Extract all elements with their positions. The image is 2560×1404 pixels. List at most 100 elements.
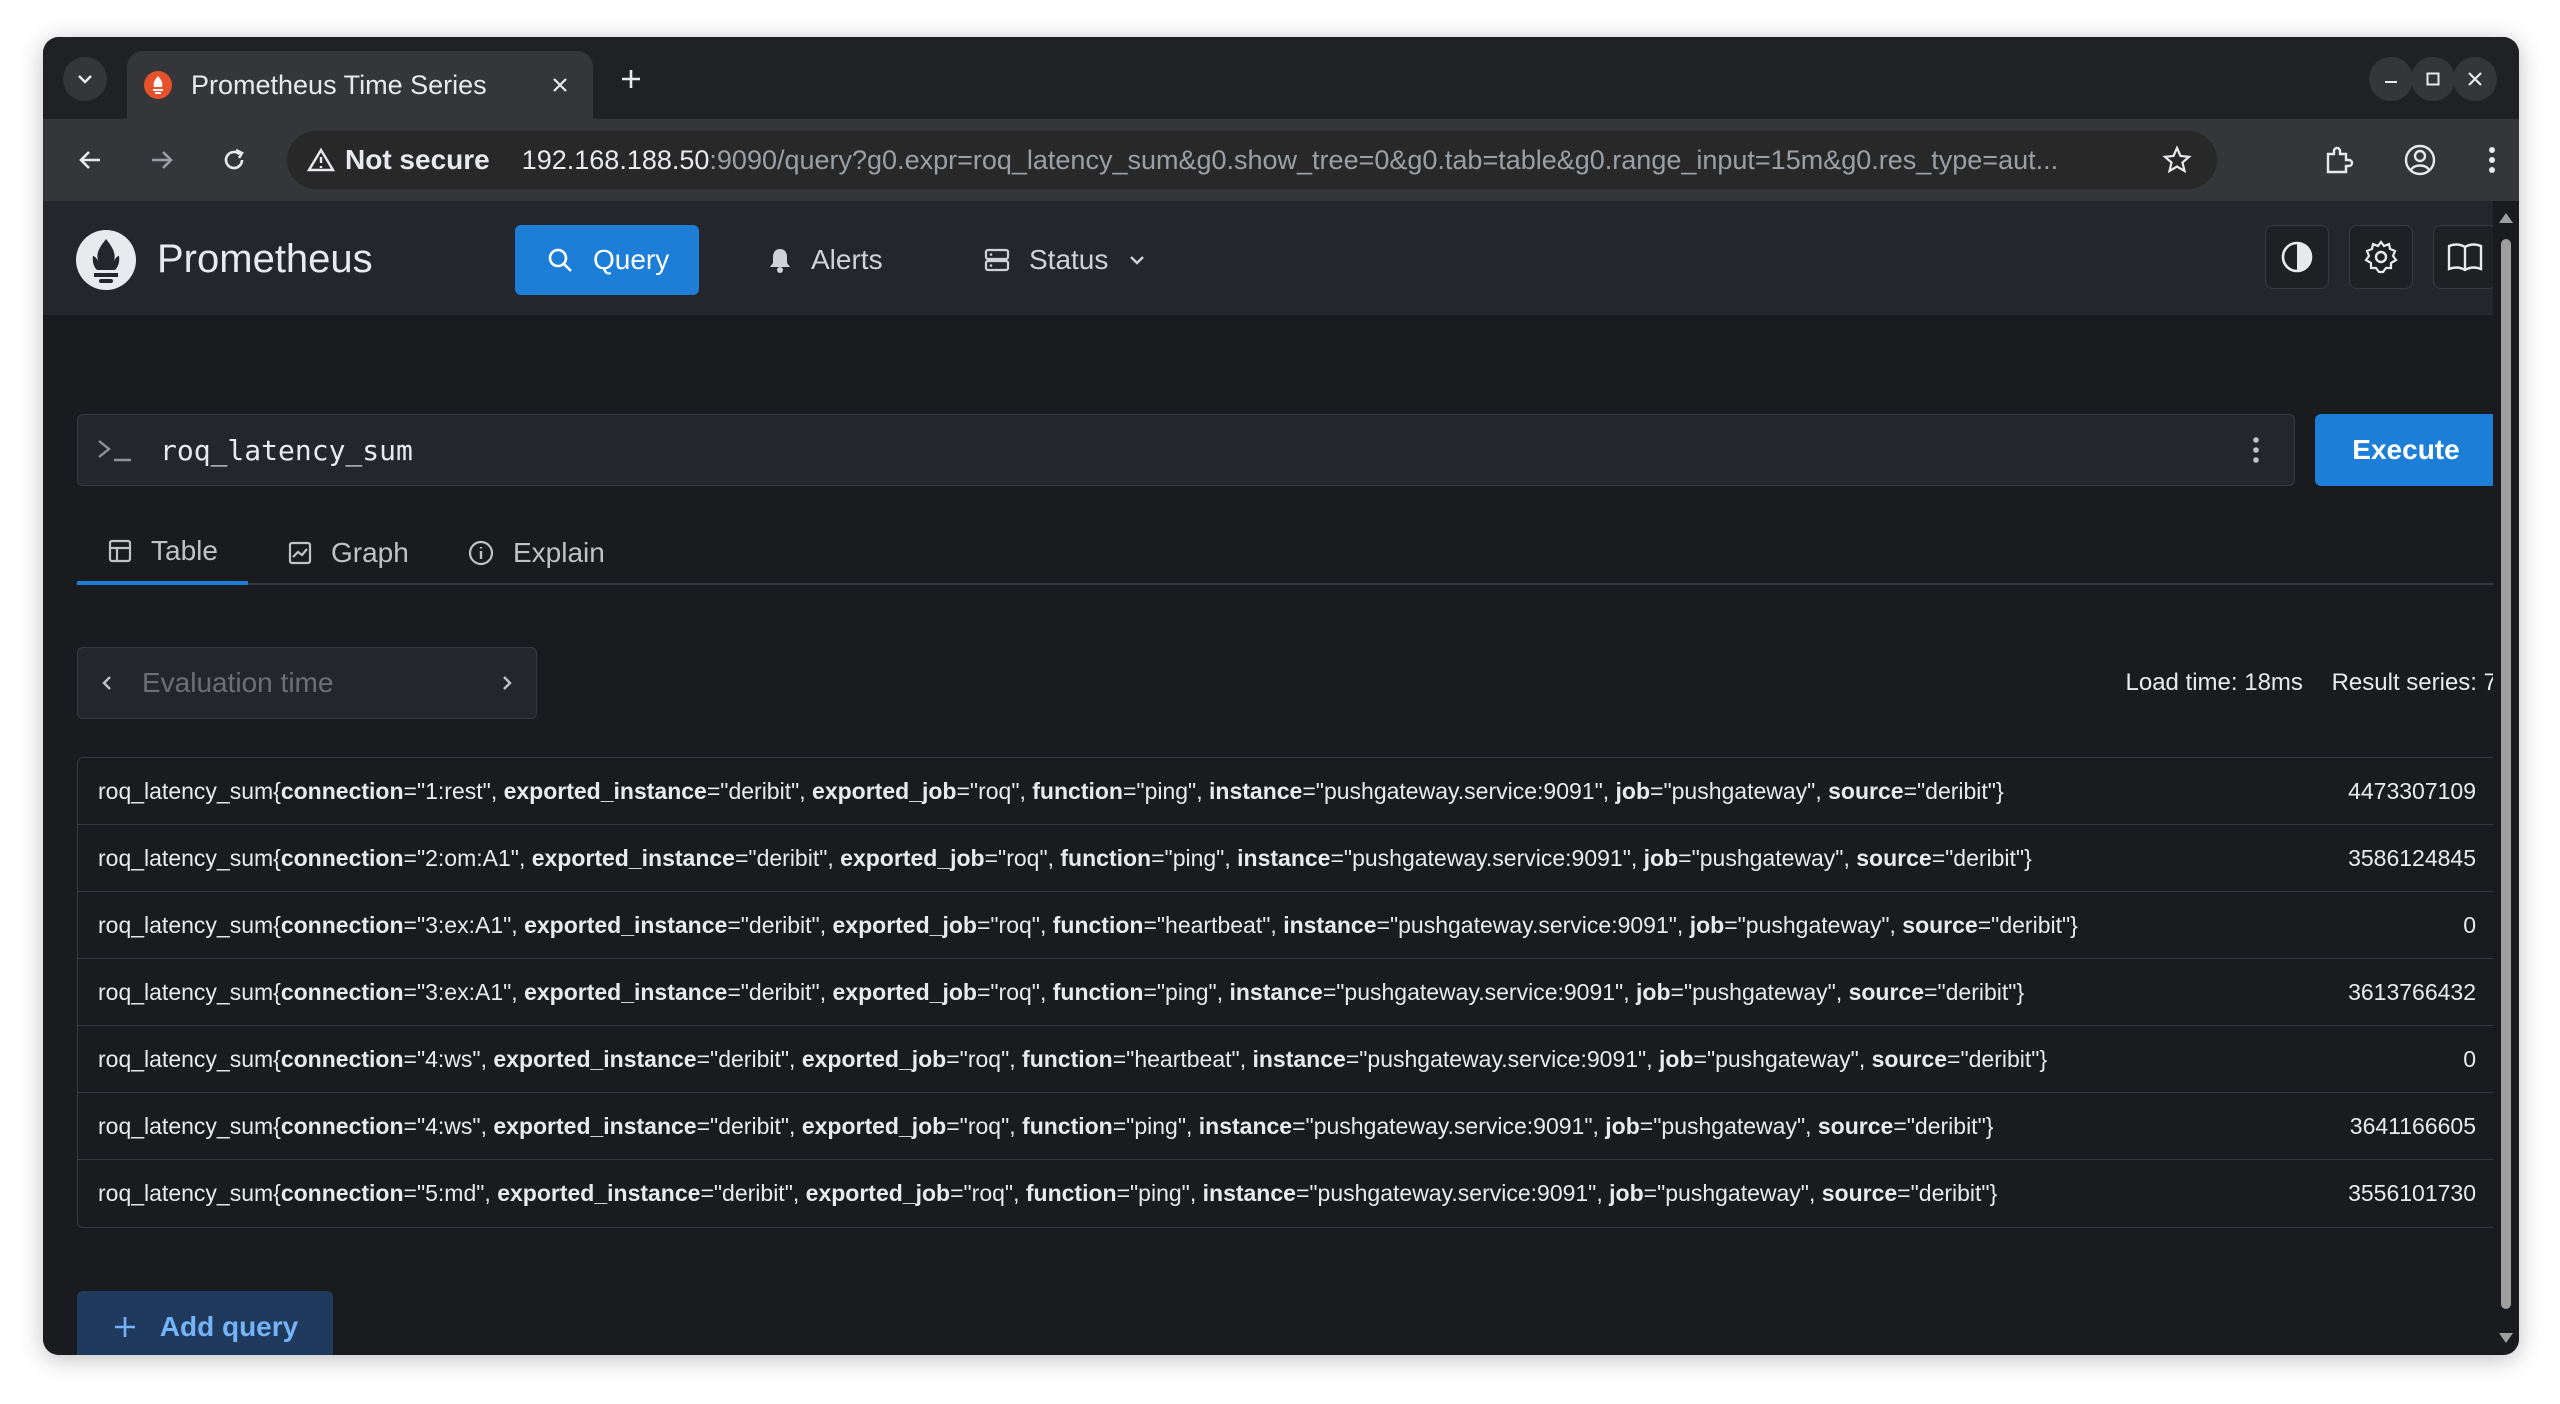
scrollbar-thumb[interactable] xyxy=(2501,239,2511,1309)
tab-table[interactable]: Table xyxy=(77,521,248,585)
nav-query[interactable]: Query xyxy=(515,225,700,295)
search-icon xyxy=(548,248,572,272)
sample-value: 3641166605 xyxy=(2349,1112,2476,1139)
security-indicator[interactable]: Not secure xyxy=(307,144,490,176)
label-key: exported_job xyxy=(832,911,977,938)
url-text[interactable]: 192.168.188.50:9090/query?g0.expr=roq_la… xyxy=(522,145,2157,176)
label-key: function xyxy=(1032,777,1123,804)
execute-button[interactable]: Execute xyxy=(2315,414,2497,486)
browser-tab[interactable]: Prometheus Time Series xyxy=(127,51,593,119)
label-key: function xyxy=(1052,978,1144,1005)
nav-status[interactable]: Status xyxy=(953,225,1178,295)
result-row: roq_latency_sum{connection="2:om:A1", ex… xyxy=(78,825,2496,892)
series-labels: roq_latency_sum{connection="3:ex:A1", ex… xyxy=(98,978,2025,1005)
scroll-up-arrow-icon[interactable] xyxy=(2499,213,2513,223)
gear-icon xyxy=(2364,240,2398,274)
label-key: job xyxy=(1605,1112,1640,1139)
label-key: exported_instance xyxy=(524,978,728,1005)
result-row: roq_latency_sum{connection="3:ex:A1", ex… xyxy=(78,959,2496,1026)
kebab-menu-icon xyxy=(2489,147,2495,173)
forward-button[interactable] xyxy=(139,137,185,183)
tab-search-button[interactable] xyxy=(63,57,107,101)
label-value: "roq" xyxy=(998,844,1048,871)
tab-graph[interactable]: Graph xyxy=(257,521,439,585)
address-bar[interactable]: Not secure 192.168.188.50:9090/query?g0.… xyxy=(287,131,2217,189)
label-key: exported_job xyxy=(801,1112,947,1139)
contrast-icon xyxy=(2281,241,2313,273)
expression-input[interactable]: roq_latency_sum xyxy=(77,414,2295,486)
tab-explain[interactable]: Explain xyxy=(437,521,635,585)
close-tab-icon[interactable] xyxy=(543,68,577,102)
label-key: source xyxy=(1856,844,1932,871)
label-value: "ping" xyxy=(1164,844,1225,871)
back-button[interactable] xyxy=(67,137,113,183)
label-key: source xyxy=(1902,911,1978,938)
label-key: source xyxy=(1871,1045,1948,1072)
scroll-down-arrow-icon[interactable] xyxy=(2499,1333,2513,1343)
result-series: Result series: 7 xyxy=(2331,669,2497,696)
label-value: "roq" xyxy=(990,978,1040,1005)
label-value: "pushgateway" xyxy=(1653,1112,1806,1139)
label-key: exported_instance xyxy=(497,1180,701,1206)
arrow-right-icon xyxy=(152,151,173,169)
nav-alerts[interactable]: Alerts xyxy=(737,225,913,295)
label-key: instance xyxy=(1237,844,1331,871)
account-icon xyxy=(2404,144,2436,176)
close-window-button[interactable] xyxy=(2453,57,2497,101)
documentation-button[interactable] xyxy=(2433,225,2497,289)
bookmark-star-icon[interactable] xyxy=(2157,140,2197,180)
metric-name: roq_latency_sum xyxy=(98,1180,274,1206)
result-row: roq_latency_sum{connection="1:rest", exp… xyxy=(78,758,2496,825)
label-key: instance xyxy=(1283,911,1377,938)
add-query-button[interactable]: Add query xyxy=(77,1291,333,1355)
url-host: 192.168.188.50 xyxy=(521,144,710,175)
label-key: function xyxy=(1052,911,1144,938)
label-value: "roq" xyxy=(963,1180,1014,1206)
browser-menu-button[interactable] xyxy=(2469,137,2515,183)
label-value: "roq" xyxy=(969,777,1020,804)
plus-icon xyxy=(114,1317,135,1337)
expression-text[interactable]: roq_latency_sum xyxy=(160,434,2236,467)
security-label: Not secure xyxy=(345,144,490,175)
label-key: instance xyxy=(1202,1180,1296,1206)
label-key: connection xyxy=(280,1180,404,1206)
tab-table-label: Table xyxy=(151,535,218,566)
label-key: exported_instance xyxy=(524,911,728,938)
label-value: "deribit" xyxy=(1945,844,2025,871)
reload-button[interactable] xyxy=(211,137,257,183)
result-row: roq_latency_sum{connection="3:ex:A1", ex… xyxy=(78,892,2496,959)
metric-name: roq_latency_sum xyxy=(98,1045,274,1072)
metric-name: roq_latency_sum xyxy=(98,777,274,804)
nav-status-label: Status xyxy=(1029,244,1109,275)
terminal-prompt-icon xyxy=(96,436,148,464)
info-icon xyxy=(468,540,494,566)
prometheus-logo-icon xyxy=(76,230,136,290)
minimize-button[interactable] xyxy=(2369,57,2413,101)
label-key: job xyxy=(1643,844,1679,871)
maximize-button[interactable] xyxy=(2411,57,2455,101)
query-stats: Load time: 18ms Result series: 7 xyxy=(43,669,2498,697)
result-row: roq_latency_sum{connection="4:ws", expor… xyxy=(78,1093,2496,1160)
label-value: "deribit" xyxy=(713,1180,793,1206)
arrow-left-icon xyxy=(79,151,100,169)
label-key: connection xyxy=(280,1112,404,1139)
label-value: "pushgateway.service:9091" xyxy=(1389,911,1677,938)
settings-button[interactable] xyxy=(2349,225,2413,289)
table-icon xyxy=(108,539,132,563)
label-key: exported_job xyxy=(805,1180,951,1206)
book-icon xyxy=(2447,243,2483,272)
series-labels: roq_latency_sum{connection="4:ws", expor… xyxy=(98,1045,2048,1072)
close-icon xyxy=(2468,72,2482,86)
extensions-button[interactable] xyxy=(2315,137,2361,183)
label-value: "roq" xyxy=(959,1112,1010,1139)
query-options-icon[interactable] xyxy=(2236,430,2276,470)
page-scrollbar[interactable] xyxy=(2493,201,2519,1355)
label-key: connection xyxy=(280,978,404,1005)
profile-button[interactable] xyxy=(2397,137,2443,183)
puzzle-icon xyxy=(2326,146,2354,174)
theme-toggle-button[interactable] xyxy=(2265,225,2329,289)
label-value: "deribit" xyxy=(1910,1180,1990,1206)
new-tab-button[interactable] xyxy=(609,57,653,101)
sample-value: 0 xyxy=(2463,911,2476,938)
series-labels: roq_latency_sum{connection="5:md", expor… xyxy=(98,1180,1998,1206)
